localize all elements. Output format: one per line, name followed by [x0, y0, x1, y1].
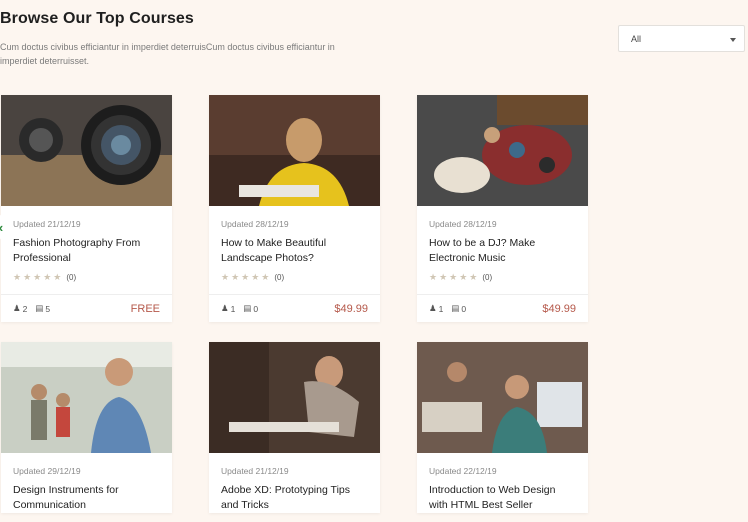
- course-updated-date: Updated 29/12/19: [13, 466, 81, 476]
- rating-count: (0): [482, 273, 493, 282]
- lessons-count: 5: [45, 303, 51, 314]
- course-title[interactable]: Design Instruments for Communication: [13, 483, 160, 513]
- lessons-icon: ▤: [243, 303, 252, 313]
- course-price: $49.99: [542, 302, 576, 315]
- course-rating: ★★★★★ (0): [13, 272, 160, 283]
- course-thumbnail-dj[interactable]: [417, 95, 588, 206]
- lessons-icon: ▤: [451, 303, 460, 313]
- course-footer: ♟ 2 ▤ 5 FREE: [1, 294, 172, 322]
- course-updated-date: Updated 21/12/19: [13, 219, 81, 229]
- lessons-icon: ▤: [35, 303, 44, 313]
- course-title[interactable]: How to Make Beautiful Landscape Photos?: [221, 236, 368, 266]
- course-thumbnail-camera[interactable]: [1, 95, 172, 206]
- course-thumbnail-study[interactable]: [209, 342, 380, 453]
- filter-selected-value: All: [631, 34, 642, 44]
- page-description: Cum doctus civibus efficiantur in imperd…: [0, 42, 335, 66]
- students-count: 1: [438, 303, 444, 314]
- course-thumbnail-students[interactable]: [1, 342, 172, 453]
- course-title[interactable]: Adobe XD: Prototyping Tips and Tricks: [221, 483, 368, 513]
- course-updated-date: Updated 28/12/19: [429, 219, 497, 229]
- course-card[interactable]: Updated 28/12/19 How to be a DJ? Make El…: [417, 95, 588, 322]
- lessons-count: 0: [461, 303, 467, 314]
- page-title: Browse Our Top Courses: [0, 10, 194, 27]
- course-updated-date: Updated 22/12/19: [429, 466, 497, 476]
- course-rating: ★★★★★ (0): [429, 272, 576, 283]
- star-rating-icon: ★★★★★: [13, 272, 64, 282]
- course-thumbnail-landscape[interactable]: [209, 95, 380, 206]
- course-updated-date: Updated 21/12/19: [221, 466, 289, 476]
- courses-header: Browse Our Top Courses Cum doctus civibu…: [0, 10, 380, 68]
- chevron-left-icon: ‹: [0, 220, 3, 235]
- rating-count: (0): [66, 273, 77, 282]
- course-updated-date: Updated 28/12/19: [221, 219, 289, 229]
- students-count: 1: [230, 303, 236, 314]
- lessons-count: 0: [253, 303, 259, 314]
- caret-down-icon: [730, 38, 736, 42]
- course-footer: ♟ 1 ▤ 0 $49.99: [209, 294, 380, 322]
- course-price: $49.99: [334, 302, 368, 315]
- students-icon: ♟: [13, 303, 21, 313]
- students-icon: ♟: [429, 303, 437, 313]
- students-icon: ♟: [221, 303, 229, 313]
- course-card[interactable]: Updated 22/12/19 Introduction to Web Des…: [417, 342, 588, 513]
- course-title[interactable]: How to be a DJ? Make Electronic Music: [429, 236, 576, 266]
- category-filter-select[interactable]: All: [618, 25, 745, 52]
- course-thumbnail-webdesign[interactable]: [417, 342, 588, 453]
- course-footer: ♟ 1 ▤ 0 $49.99: [417, 294, 588, 322]
- course-card[interactable]: Updated 28/12/19 How to Make Beautiful L…: [209, 95, 380, 322]
- course-card[interactable]: Updated 21/12/19 Adobe XD: Prototyping T…: [209, 342, 380, 513]
- course-card[interactable]: Updated 29/12/19 Design Instruments for …: [1, 342, 172, 513]
- students-count: 2: [22, 303, 28, 314]
- star-rating-icon: ★★★★★: [221, 272, 272, 282]
- course-title[interactable]: Fashion Photography From Professional: [13, 236, 160, 266]
- course-price: FREE: [130, 302, 160, 315]
- star-rating-icon: ★★★★★: [429, 272, 480, 282]
- course-card[interactable]: Updated 21/12/19 Fashion Photography Fro…: [1, 95, 172, 322]
- course-title[interactable]: Introduction to Web Design with HTML Bes…: [429, 483, 576, 513]
- rating-count: (0): [274, 273, 285, 282]
- course-rating: ★★★★★ (0): [221, 272, 368, 283]
